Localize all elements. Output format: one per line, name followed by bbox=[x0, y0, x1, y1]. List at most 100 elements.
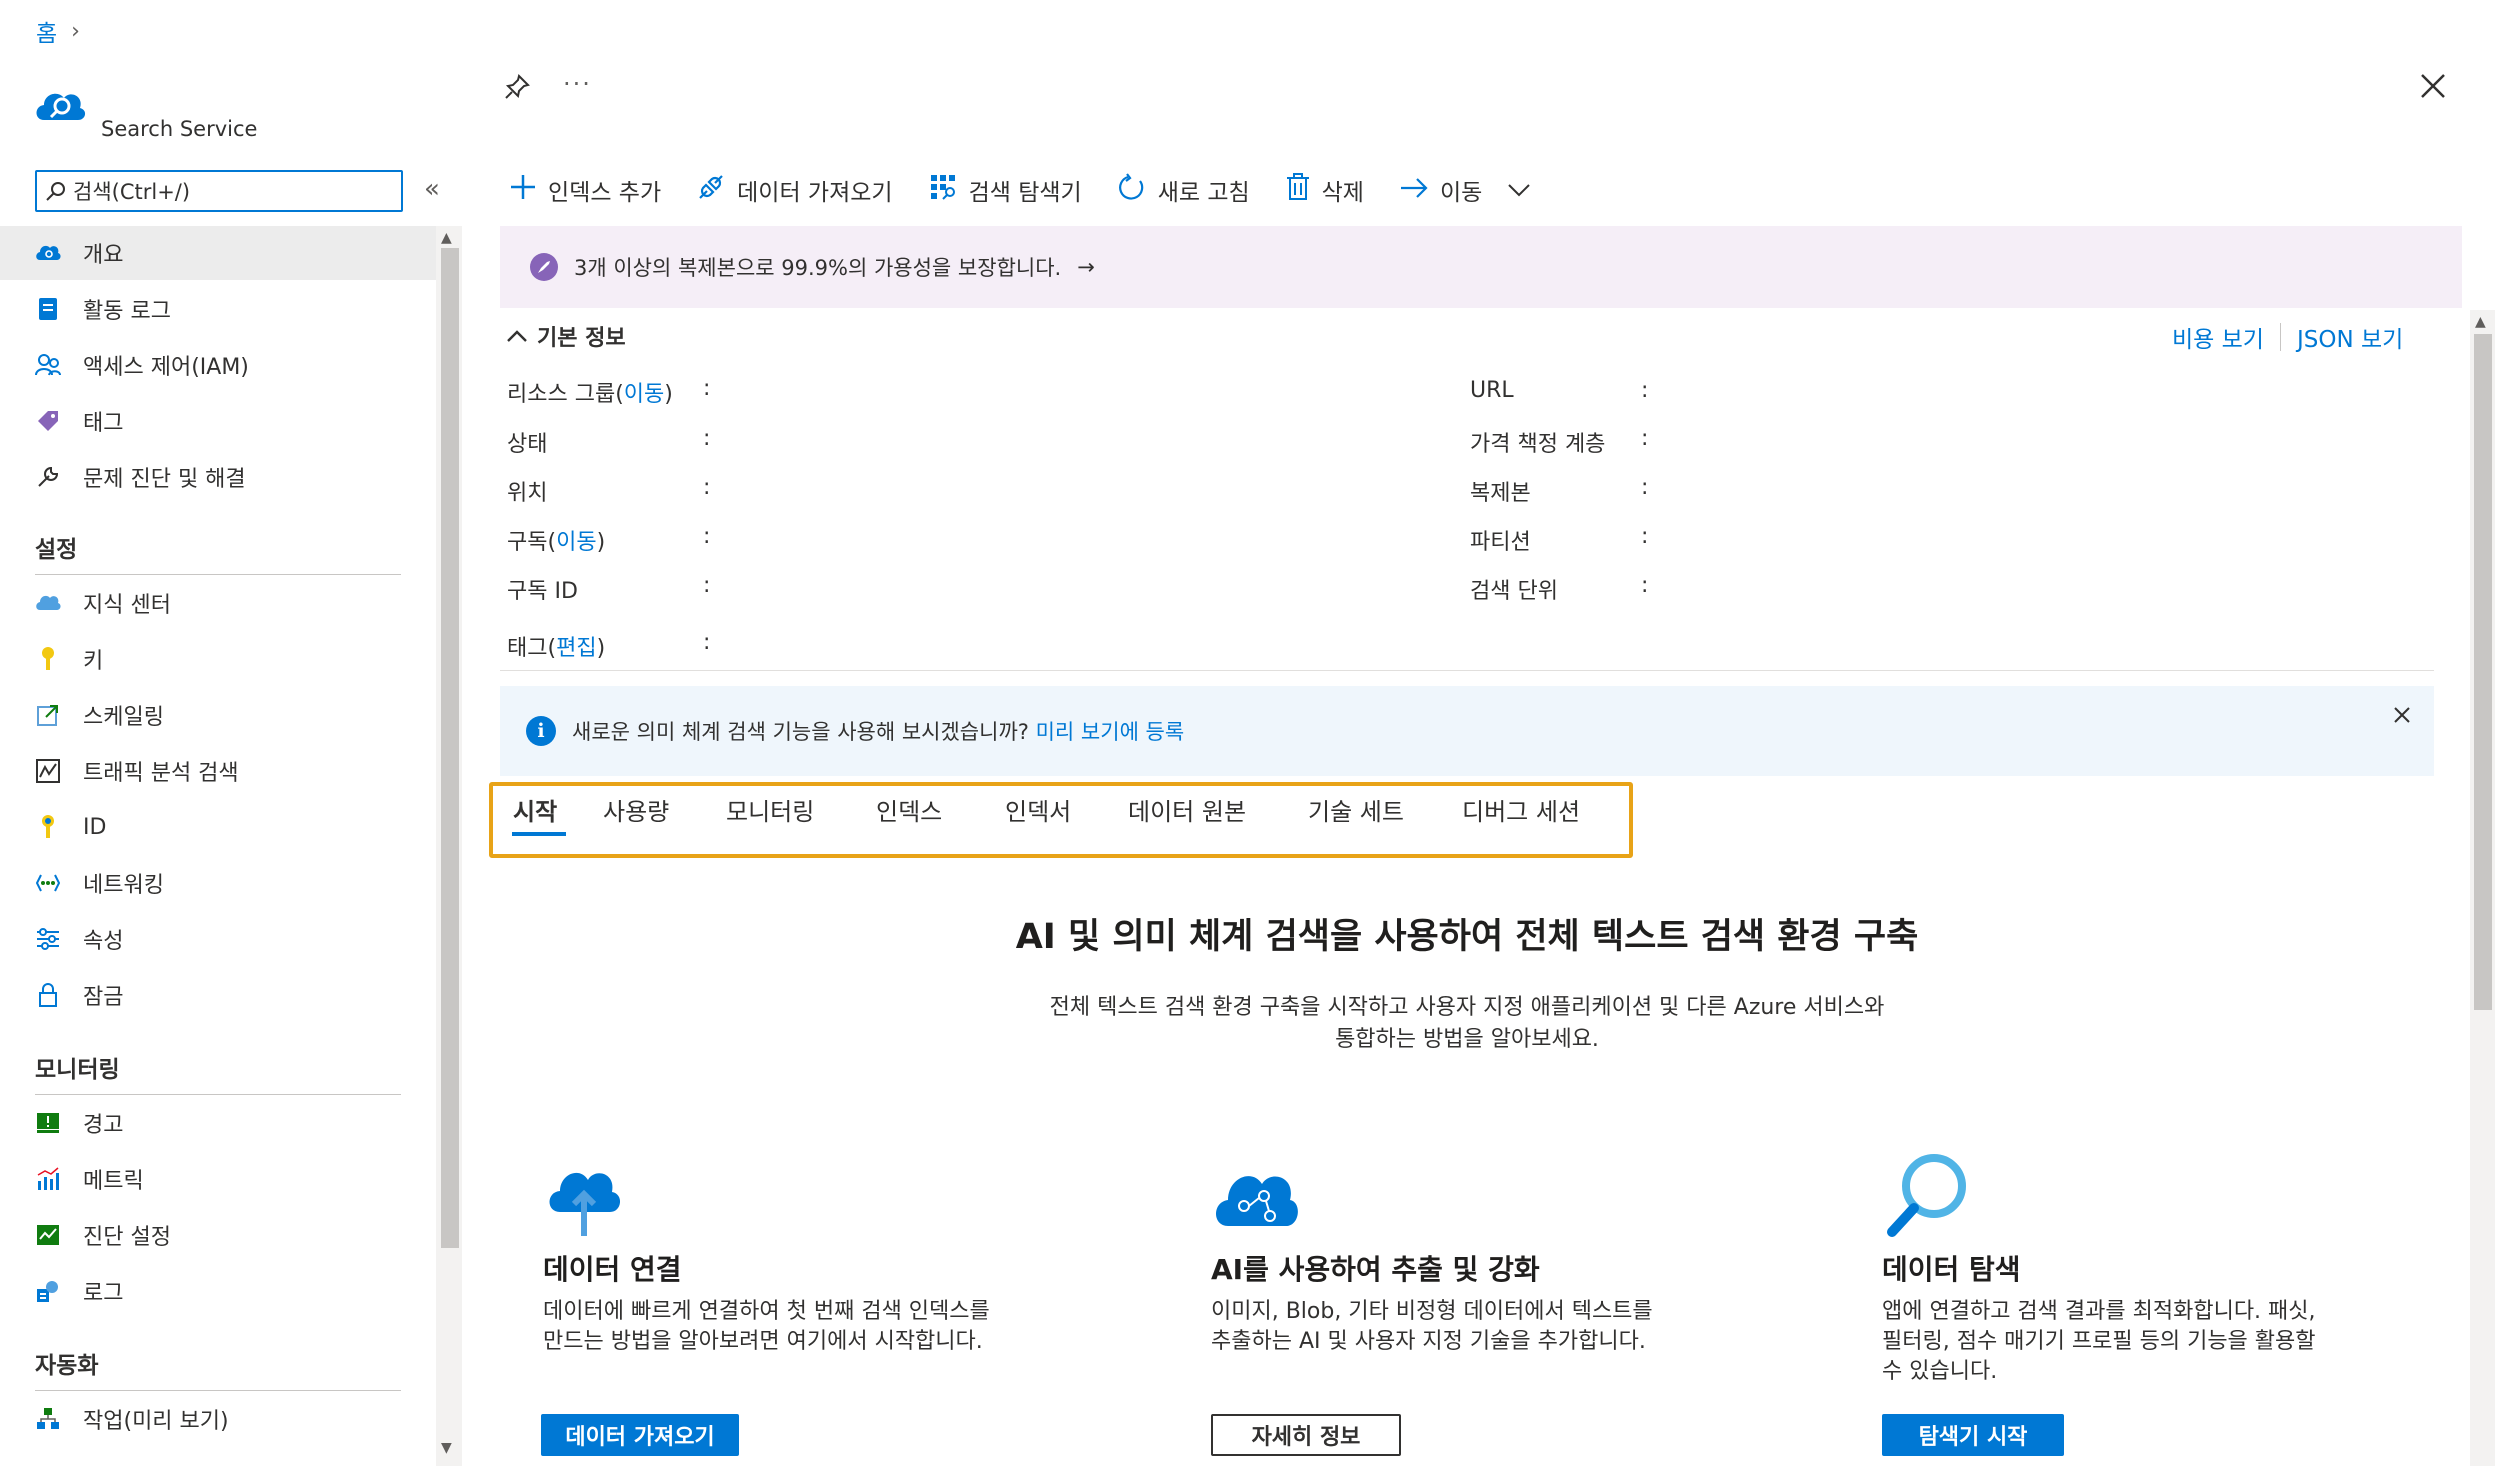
tab-data-sources[interactable]: 데이터 원본 bbox=[1128, 792, 1246, 827]
magnifier-icon bbox=[1887, 1154, 1966, 1237]
main-scrollbar-thumb[interactable] bbox=[2474, 334, 2492, 1010]
metrics-icon bbox=[35, 1166, 61, 1192]
sidebar-item-label: 작업(미리 보기) bbox=[83, 1409, 229, 1434]
view-cost-link[interactable]: 비용 보기 bbox=[2172, 320, 2264, 354]
sidebar-scrollbar-thumb[interactable] bbox=[441, 248, 459, 1248]
tags-edit-link[interactable]: 편집 bbox=[556, 636, 596, 661]
prop-colon: : bbox=[703, 573, 711, 598]
delete-button[interactable]: 삭제 bbox=[1286, 172, 1364, 208]
import-data-button[interactable]: 데이터 가져오기 bbox=[697, 173, 893, 208]
sidebar-item-keys[interactable]: 키 bbox=[0, 632, 436, 686]
lock-icon bbox=[35, 982, 61, 1008]
section-divider bbox=[35, 1094, 401, 1095]
sidebar-item-metrics[interactable]: 메트릭 bbox=[0, 1152, 436, 1206]
search-explorer-label: 검색 탐색기 bbox=[968, 180, 1082, 206]
scroll-down-arrow-icon[interactable]: ▼ bbox=[441, 1440, 452, 1456]
tab-indexes[interactable]: 인덱스 bbox=[876, 792, 942, 827]
refresh-icon bbox=[1118, 172, 1146, 208]
move-button[interactable]: 이동 bbox=[1400, 173, 1531, 207]
sidebar-item-knowledge-center[interactable]: 지식 센터 bbox=[0, 576, 436, 630]
scroll-up-arrow-icon[interactable]: ▲ bbox=[2475, 314, 2486, 330]
collapse-sidebar-button[interactable]: « bbox=[424, 174, 440, 204]
scroll-up-arrow-icon[interactable]: ▲ bbox=[441, 230, 452, 246]
prop-resource-group: 리소스 그룹(이동) bbox=[507, 382, 673, 407]
search-explorer-button[interactable]: 검색 탐색기 bbox=[929, 173, 1082, 208]
sidebar-item-properties[interactable]: 속성 bbox=[0, 912, 436, 966]
sidebar-item-label: 메트릭 bbox=[83, 1169, 144, 1194]
sidebar-item-label: 키 bbox=[83, 649, 104, 674]
sidebar-item-diagnostic-settings[interactable]: 진단 설정 bbox=[0, 1208, 436, 1262]
more-options-icon[interactable]: ··· bbox=[563, 70, 592, 98]
scale-icon bbox=[35, 702, 61, 728]
prop-replicas: 복제본 bbox=[1470, 481, 1531, 506]
resource-type-label: Search Service bbox=[101, 117, 258, 141]
link-divider bbox=[2279, 323, 2281, 351]
sidebar-item-label: 태그 bbox=[83, 411, 124, 436]
page-title: AI 및 의미 체계 검색을 사용하여 전체 텍스트 검색 환경 구축 bbox=[1015, 917, 1919, 957]
prop-status: 상태 bbox=[507, 432, 548, 457]
start-explorer-card-button[interactable]: 탐색기 시작 bbox=[1882, 1414, 2064, 1456]
json-view-link[interactable]: JSON 보기 bbox=[2297, 320, 2403, 354]
chevron-up-icon bbox=[507, 330, 527, 342]
tab-usage[interactable]: 사용량 bbox=[603, 792, 669, 827]
sidebar-item-label: 트래픽 분석 검색 bbox=[83, 761, 239, 786]
ai-enrichment-icon bbox=[1216, 1176, 1298, 1226]
sidebar-item-networking[interactable]: 네트워킹 bbox=[0, 856, 436, 910]
pin-icon[interactable] bbox=[504, 74, 530, 106]
preview-signup-link[interactable]: 미리 보기에 등록 bbox=[1036, 720, 1185, 744]
sidebar-item-traffic-analytics[interactable]: 트래픽 분석 검색 bbox=[0, 744, 436, 798]
sidebar-section-automation: 자동화 bbox=[35, 1353, 99, 1379]
card-desc-ai-enrich: 이미지, Blob, 기타 비정형 데이터에서 텍스트를 추출하는 AI 및 사… bbox=[1211, 1297, 1731, 1357]
hero-description-line: 통합하는 방법을 알아보세요. bbox=[1335, 1027, 1599, 1052]
tab-monitoring[interactable]: 모니터링 bbox=[726, 792, 814, 827]
prop-pricing-tier: 가격 책정 계층 bbox=[1470, 432, 1606, 457]
hero-description-line: 전체 텍스트 검색 환경 구축을 시작하고 사용자 지정 애플리케이션 및 다른… bbox=[1049, 995, 1885, 1020]
import-data-card-button[interactable]: 데이터 가져오기 bbox=[541, 1414, 739, 1456]
sidebar-item-iam[interactable]: 액세스 제어(IAM) bbox=[0, 338, 436, 392]
breadcrumb-home-link[interactable]: 홈 bbox=[36, 14, 57, 48]
sidebar-item-label: 개요 bbox=[83, 243, 124, 268]
prop-colon: : bbox=[703, 524, 711, 549]
sidebar-item-activity-log[interactable]: 활동 로그 bbox=[0, 282, 436, 336]
availability-promo-banner[interactable]: 3개 이상의 복제본으로 99.9%의 가용성을 보장합니다. → bbox=[500, 226, 2462, 308]
arrow-right-icon bbox=[1400, 174, 1428, 207]
card-desc-line: 데이터에 빠르게 연결하여 첫 번째 검색 인덱스를 bbox=[543, 1299, 990, 1324]
arrow-right-icon[interactable]: → bbox=[1077, 255, 1095, 279]
learn-more-card-button[interactable]: 자세히 정보 bbox=[1211, 1414, 1401, 1456]
sidebar-item-tasks[interactable]: 작업(미리 보기) bbox=[0, 1392, 436, 1446]
sidebar-item-logs[interactable]: 로그 bbox=[0, 1264, 436, 1318]
close-icon[interactable] bbox=[2393, 702, 2411, 730]
sidebar-item-label: 로그 bbox=[83, 1281, 124, 1306]
resource-group-move-link[interactable]: 이동 bbox=[624, 382, 664, 407]
tag-icon bbox=[35, 408, 61, 434]
card-desc-line: 필터링, 점수 매기기 프로필 등의 기능을 활용할 bbox=[1882, 1329, 2316, 1354]
prop-label-text: 리소스 그룹 bbox=[507, 382, 616, 407]
tab-skillsets[interactable]: 기술 세트 bbox=[1308, 792, 1404, 827]
essentials-toggle[interactable]: 기본 정보 bbox=[507, 320, 626, 352]
sidebar-item-alerts[interactable]: 경고 bbox=[0, 1096, 436, 1150]
section-divider bbox=[35, 574, 401, 575]
tab-get-started[interactable]: 시작 bbox=[513, 792, 557, 827]
sidebar-item-scale[interactable]: 스케일링 bbox=[0, 688, 436, 742]
sidebar-item-label: 문제 진단 및 해결 bbox=[83, 467, 246, 492]
wrench-icon bbox=[35, 464, 61, 490]
sidebar-item-overview[interactable]: 개요 bbox=[0, 226, 436, 280]
subscription-move-link[interactable]: 이동 bbox=[556, 530, 596, 555]
sidebar-search-box[interactable]: 검색(Ctrl+/) bbox=[35, 170, 403, 212]
sidebar-item-diagnose[interactable]: 문제 진단 및 해결 bbox=[0, 450, 436, 504]
card-desc-explore-data: 앱에 연결하고 검색 결과를 최적화합니다. 패싯, 필터링, 점수 매기기 프… bbox=[1882, 1297, 2402, 1387]
add-index-label: 인덱스 추가 bbox=[548, 180, 662, 206]
sidebar-item-label: 지식 센터 bbox=[83, 593, 171, 618]
sidebar-item-locks[interactable]: 잠금 bbox=[0, 968, 436, 1022]
sidebar-item-identity[interactable]: ID bbox=[0, 800, 436, 854]
cloud-upload-icon bbox=[549, 1172, 621, 1236]
tab-debug-sessions[interactable]: 디버그 세션 bbox=[1462, 792, 1580, 827]
chevron-down-icon[interactable] bbox=[1508, 177, 1531, 203]
sidebar-search-placeholder[interactable]: 검색(Ctrl+/) bbox=[73, 176, 190, 206]
tab-indexers[interactable]: 인덱서 bbox=[1005, 792, 1071, 827]
refresh-button[interactable]: 새로 고침 bbox=[1118, 172, 1250, 208]
sidebar-item-tags[interactable]: 태그 bbox=[0, 394, 436, 448]
add-index-button[interactable]: 인덱스 추가 bbox=[510, 173, 661, 207]
prop-colon: : bbox=[703, 376, 711, 401]
close-icon[interactable] bbox=[2420, 68, 2446, 108]
